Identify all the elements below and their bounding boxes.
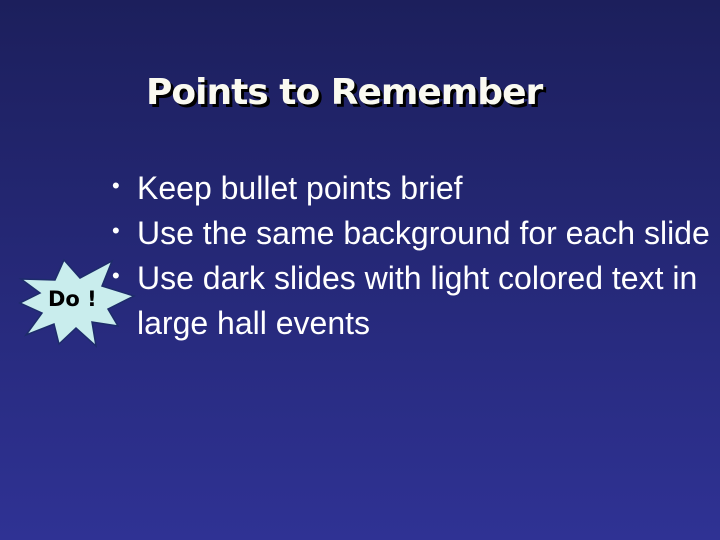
bullet-item: • Use dark slides with light colored tex… <box>110 256 710 346</box>
bullet-text: Keep bullet points brief <box>137 170 463 206</box>
bullet-text: Use dark slides with light colored text … <box>137 260 698 341</box>
do-callout-label: Do ! <box>48 287 97 311</box>
do-callout-burst: Do ! <box>18 256 136 348</box>
bullet-dot-icon: • <box>112 218 120 243</box>
bullet-item: • Use the same background for each slide <box>110 211 710 256</box>
slide: Points to Remember • Keep bullet points … <box>0 0 720 540</box>
bullet-list: • Keep bullet points brief • Use the sam… <box>110 166 710 346</box>
bullet-text: Use the same background for each slide <box>137 215 710 251</box>
bullet-dot-icon: • <box>112 173 120 198</box>
bullet-item: • Keep bullet points brief <box>110 166 710 211</box>
slide-title: Points to Remember <box>146 72 543 113</box>
